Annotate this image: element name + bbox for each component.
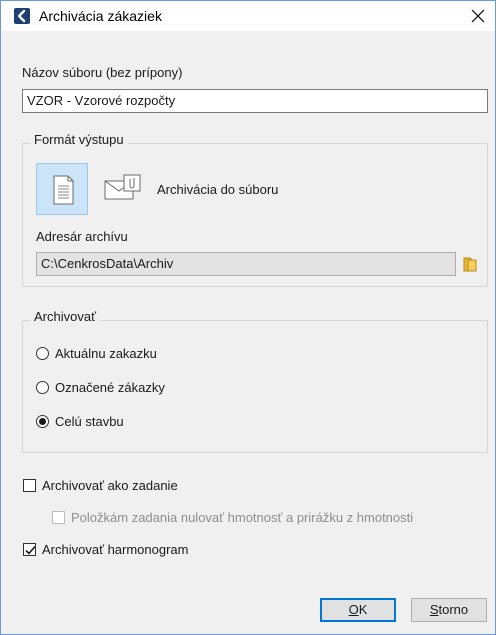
ok-button-accel: O bbox=[348, 602, 359, 617]
document-format-button[interactable] bbox=[36, 163, 88, 215]
close-icon bbox=[471, 9, 485, 23]
checkmark-icon bbox=[25, 545, 36, 555]
cancel-button-accel: S bbox=[429, 602, 439, 617]
window-title: Archivácia zákaziek bbox=[39, 8, 162, 24]
archive-as-assignment-checkbox[interactable] bbox=[23, 479, 36, 492]
browse-folder-button[interactable] bbox=[462, 255, 478, 273]
output-format-group-title: Formát výstupu bbox=[30, 132, 128, 147]
radio-whole-building[interactable] bbox=[36, 415, 49, 428]
email-format-button[interactable] bbox=[100, 163, 150, 215]
archive-group-title: Archivovať bbox=[30, 309, 100, 324]
ok-button[interactable]: OK bbox=[320, 598, 396, 622]
directory-label: Adresár archívu bbox=[36, 229, 128, 244]
app-back-arrow-icon bbox=[14, 8, 30, 24]
directory-value: C:\CenkrosData\Archiv bbox=[41, 256, 174, 271]
zero-mass-label: Položkám zadania nulovať hmotnosť a prir… bbox=[71, 510, 414, 525]
archive-harmonogram-label: Archivovať harmonogram bbox=[42, 542, 189, 557]
archive-as-assignment-label: Archivovať ako zadanie bbox=[42, 478, 178, 493]
envelope-attachment-icon bbox=[104, 174, 141, 200]
radio-selected-orders[interactable] bbox=[36, 381, 49, 394]
radio-selected-orders-label: Označené zákazky bbox=[55, 380, 165, 395]
radio-current-order[interactable] bbox=[36, 347, 49, 360]
folder-icon bbox=[463, 257, 477, 272]
cancel-button-label: torno bbox=[438, 602, 469, 617]
document-icon bbox=[53, 175, 74, 205]
radio-whole-building-label: Celú stavbu bbox=[55, 414, 124, 429]
title-bar: Archivácia zákaziek bbox=[1, 1, 495, 31]
filename-input[interactable]: VZOR - Vzorové rozpočty bbox=[22, 89, 488, 113]
archive-harmonogram-checkbox[interactable] bbox=[23, 543, 36, 556]
archive-to-file-label: Archivácia do súboru bbox=[157, 182, 279, 197]
filename-label: Názov súboru (bez prípony) bbox=[22, 65, 183, 80]
zero-mass-checkbox[interactable] bbox=[52, 511, 65, 524]
archive-dialog: Archivácia zákaziek Názov súboru (bez pr… bbox=[0, 0, 496, 635]
radio-current-order-label: Aktuálnu zakazku bbox=[55, 346, 157, 361]
close-button[interactable] bbox=[467, 5, 489, 27]
ok-button-label: K bbox=[358, 602, 368, 617]
directory-input[interactable]: C:\CenkrosData\Archiv bbox=[36, 252, 456, 276]
filename-value: VZOR - Vzorové rozpočty bbox=[27, 93, 176, 108]
cancel-button[interactable]: Storno bbox=[411, 598, 487, 622]
